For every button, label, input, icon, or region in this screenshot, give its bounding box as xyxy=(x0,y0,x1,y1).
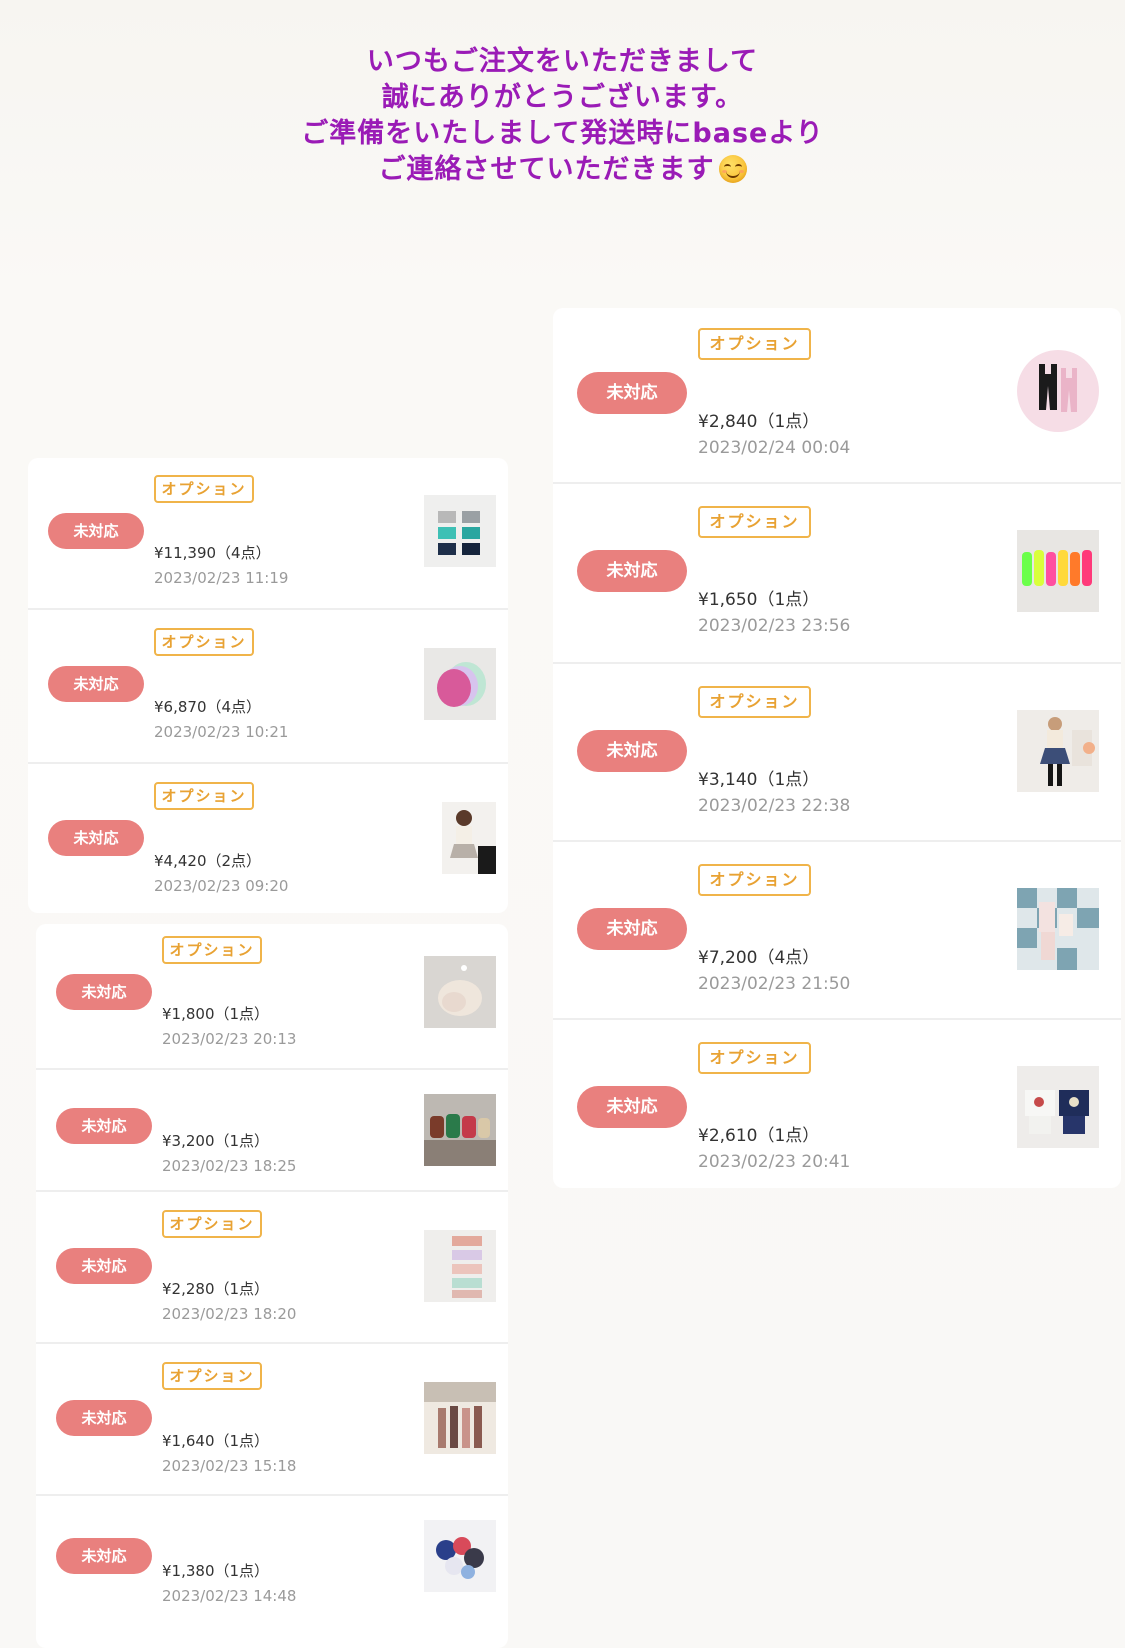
product-thumbnail-hair-accessories[interactable] xyxy=(424,1520,496,1592)
option-tag: オプション xyxy=(162,1210,262,1238)
header-line-1: いつもご注文をいただきまして xyxy=(366,46,759,77)
option-tag: オプション xyxy=(154,475,254,503)
option-tag: オプション xyxy=(162,1362,262,1390)
status-badge-unhandled[interactable]: 未対応 xyxy=(577,1086,687,1128)
order-date: 2023/02/23 11:19 xyxy=(154,569,289,587)
order-row[interactable]: オプション 未対応 ¥11,390（4点） 2023/02/23 11:19 xyxy=(28,458,508,610)
status-badge-unhandled[interactable]: 未対応 xyxy=(48,820,144,856)
product-thumbnail-sweatset[interactable] xyxy=(1017,1066,1099,1148)
status-badge-unhandled[interactable]: 未対応 xyxy=(577,550,687,592)
product-thumbnail-skirt-outfit[interactable] xyxy=(1017,710,1099,792)
order-date: 2023/02/23 10:21 xyxy=(154,723,289,741)
order-row[interactable]: オプション 未対応 ¥3,140（1点） 2023/02/23 22:38 xyxy=(553,664,1121,842)
order-row[interactable]: オプション 未対応 ¥1,650（1点） 2023/02/23 23:56 xyxy=(553,484,1121,664)
product-thumbnail-overall[interactable] xyxy=(1017,350,1099,432)
order-date: 2023/02/23 09:20 xyxy=(154,877,289,895)
order-price: ¥2,280（1点） xyxy=(162,1280,270,1298)
header-line-4: ご連絡させていただきます xyxy=(378,154,715,185)
status-badge-unhandled[interactable]: 未対応 xyxy=(56,1248,152,1284)
order-price: ¥3,140（1点） xyxy=(698,770,820,790)
header-line-4-wrap: ご連絡させていただきます xyxy=(0,152,1125,188)
order-date: 2023/02/23 15:18 xyxy=(162,1457,297,1475)
order-date: 2023/02/23 22:38 xyxy=(698,796,851,816)
order-date: 2023/02/23 21:50 xyxy=(698,974,851,994)
status-badge-unhandled[interactable]: 未対応 xyxy=(56,1538,152,1574)
order-price: ¥6,870（4点） xyxy=(154,698,262,716)
status-badge-unhandled[interactable]: 未対応 xyxy=(56,974,152,1010)
order-row[interactable]: 未対応 ¥1,380（1点） 2023/02/23 14:48 xyxy=(36,1496,508,1648)
order-row[interactable]: オプション 未対応 ¥2,280（1点） 2023/02/23 18:20 xyxy=(36,1192,508,1344)
product-thumbnail-pajamas[interactable] xyxy=(1017,888,1099,970)
order-date: 2023/02/23 20:13 xyxy=(162,1030,297,1048)
option-tag: オプション xyxy=(698,686,811,718)
option-tag: オプション xyxy=(154,782,254,810)
product-thumbnail-bloomers[interactable] xyxy=(424,648,496,720)
product-thumbnail-girl-outfit[interactable] xyxy=(424,802,496,874)
header-message: いつもご注文をいただきまして 誠にありがとうございます。 ご準備をいたしまして発… xyxy=(0,44,1125,188)
smiling-face-emoji-icon xyxy=(718,155,747,183)
order-date: 2023/02/23 18:20 xyxy=(162,1305,297,1323)
status-badge-unhandled[interactable]: 未対応 xyxy=(577,372,687,414)
order-row[interactable]: オプション 未対応 ¥2,610（1点） 2023/02/23 20:41 xyxy=(553,1020,1121,1188)
product-thumbnail-sandals[interactable] xyxy=(424,1094,496,1166)
option-tag: オプション xyxy=(698,506,811,538)
product-thumbnail-knit-top[interactable] xyxy=(424,956,496,1028)
product-thumbnail-leggings[interactable] xyxy=(424,1382,496,1454)
order-list-left-top: オプション 未対応 ¥11,390（4点） 2023/02/23 11:19 オ… xyxy=(28,458,508,913)
status-badge-unhandled[interactable]: 未対応 xyxy=(56,1108,152,1144)
order-price: ¥7,200（4点） xyxy=(698,948,820,968)
order-price: ¥2,610（1点） xyxy=(698,1126,820,1146)
product-thumbnail-shorts[interactable] xyxy=(424,495,496,567)
product-thumbnail-socks[interactable] xyxy=(1017,530,1099,612)
order-row[interactable]: オプション 未対応 ¥6,870（4点） 2023/02/23 10:21 xyxy=(28,610,508,764)
order-date: 2023/02/23 18:25 xyxy=(162,1157,297,1175)
status-badge-unhandled[interactable]: 未対応 xyxy=(48,666,144,702)
order-price: ¥4,420（2点） xyxy=(154,852,262,870)
order-date: 2023/02/24 00:04 xyxy=(698,438,851,458)
order-row[interactable]: オプション 未対応 ¥4,420（2点） 2023/02/23 09:20 xyxy=(28,764,508,913)
order-row[interactable]: オプション 未対応 ¥1,800（1点） 2023/02/23 20:13 xyxy=(36,924,508,1070)
order-list-right: オプション 未対応 ¥2,840（1点） 2023/02/24 00:04 オプ… xyxy=(553,308,1121,1188)
header-line-3: ご準備をいたしまして発送時にbaseより xyxy=(301,118,824,149)
option-tag: オプション xyxy=(162,936,262,964)
option-tag: オプション xyxy=(698,328,811,360)
order-price: ¥2,840（1点） xyxy=(698,412,820,432)
option-tag: オプション xyxy=(154,628,254,656)
option-tag: オプション xyxy=(698,864,811,896)
header-line-2: 誠にありがとうございます。 xyxy=(381,82,744,113)
order-date: 2023/02/23 23:56 xyxy=(698,616,851,636)
status-badge-unhandled[interactable]: 未対応 xyxy=(48,513,144,549)
product-thumbnail-striped-pants[interactable] xyxy=(424,1230,496,1302)
order-price: ¥1,380（1点） xyxy=(162,1562,270,1580)
order-row[interactable]: オプション 未対応 ¥7,200（4点） 2023/02/23 21:50 xyxy=(553,842,1121,1020)
order-price: ¥1,650（1点） xyxy=(698,590,820,610)
order-row[interactable]: オプション 未対応 ¥1,640（1点） 2023/02/23 15:18 xyxy=(36,1344,508,1496)
order-date: 2023/02/23 20:41 xyxy=(698,1152,851,1172)
status-badge-unhandled[interactable]: 未対応 xyxy=(577,730,687,772)
order-price: ¥1,800（1点） xyxy=(162,1005,270,1023)
status-badge-unhandled[interactable]: 未対応 xyxy=(56,1400,152,1436)
option-tag: オプション xyxy=(698,1042,811,1074)
order-price: ¥1,640（1点） xyxy=(162,1432,270,1450)
order-date: 2023/02/23 14:48 xyxy=(162,1587,297,1605)
order-row[interactable]: オプション 未対応 ¥2,840（1点） 2023/02/24 00:04 xyxy=(553,308,1121,484)
order-price: ¥3,200（1点） xyxy=(162,1132,270,1150)
order-price: ¥11,390（4点） xyxy=(154,544,271,562)
status-badge-unhandled[interactable]: 未対応 xyxy=(577,908,687,950)
order-row[interactable]: 未対応 ¥3,200（1点） 2023/02/23 18:25 xyxy=(36,1070,508,1192)
order-list-left-bottom: オプション 未対応 ¥1,800（1点） 2023/02/23 20:13 未対… xyxy=(36,924,508,1648)
